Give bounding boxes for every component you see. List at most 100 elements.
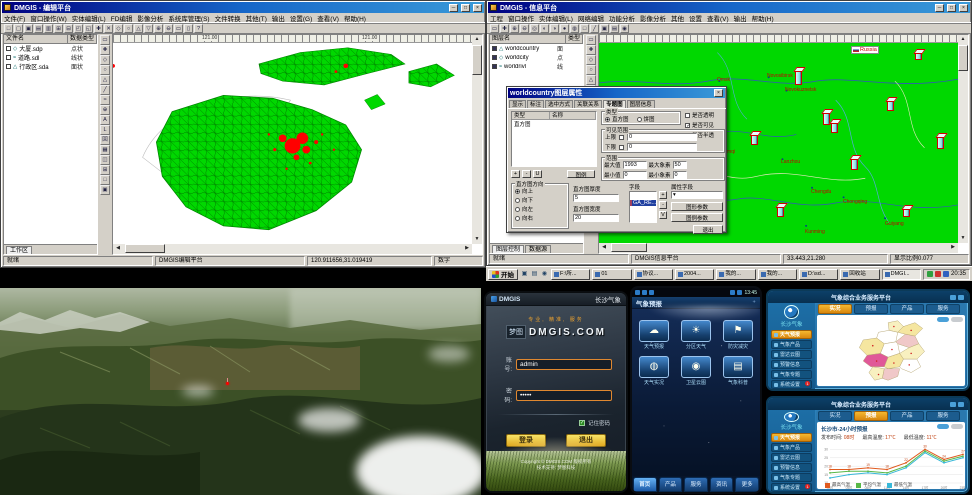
title-bar[interactable]: DMGIS - 编辑平台 ─ □ × xyxy=(2,2,484,13)
menu-item[interactable]: 文件转换 xyxy=(215,13,241,23)
content-tab[interactable]: 产品 xyxy=(890,304,924,314)
radio-pie[interactable]: 饼图 xyxy=(637,115,655,123)
toolbar-button[interactable]: ✚ xyxy=(500,24,509,33)
upper-checkbox[interactable] xyxy=(619,135,624,140)
min-value-input[interactable]: 0 xyxy=(623,171,647,179)
quick-launch-icon[interactable]: ▣ xyxy=(520,270,529,279)
edit-tool-button[interactable]: ◫ xyxy=(100,155,110,165)
scroll-thumb[interactable] xyxy=(958,45,968,71)
maximize-button[interactable]: □ xyxy=(461,4,470,12)
thickness-input[interactable]: 5 xyxy=(573,194,619,202)
vertical-scrollbar[interactable]: ▲ ▼ xyxy=(958,35,968,243)
content-tab[interactable]: 服务 xyxy=(926,411,960,421)
edit-tool-button[interactable]: ▭ xyxy=(100,35,110,45)
layer-checkbox[interactable] xyxy=(6,64,11,69)
toolbar-button[interactable]: ● xyxy=(560,24,569,33)
app-tile-icon[interactable]: ☀ xyxy=(681,320,711,342)
layer-row[interactable]: ≈ worldrivl 线 xyxy=(490,62,583,71)
toolbar-button[interactable]: △ xyxy=(134,24,143,33)
app-shortcut[interactable]: ▤ 气象科普 xyxy=(720,356,756,386)
dialog-tab[interactable]: 显示 xyxy=(509,100,526,108)
vertical-scrollbar[interactable]: ▲ ▼ xyxy=(472,35,482,244)
theme-type-list[interactable]: 类型 名称 直方图 xyxy=(511,111,597,167)
layer-checkbox[interactable] xyxy=(492,46,497,51)
remember-checkbox[interactable]: ✓ xyxy=(579,420,585,426)
scroll-up-arrow[interactable]: ▲ xyxy=(472,35,482,44)
horizontal-scrollbar[interactable]: ◀ ▶ xyxy=(599,243,958,253)
tray-icon[interactable] xyxy=(927,271,933,277)
min-pixel-input[interactable]: 0 xyxy=(673,171,687,179)
menu-item[interactable]: 查看(V) xyxy=(707,13,729,23)
tray-icon[interactable] xyxy=(935,271,941,277)
add-button[interactable]: + xyxy=(511,170,520,178)
toolbar-button[interactable]: ⊖ xyxy=(520,24,529,33)
scroll-thumb[interactable] xyxy=(611,243,647,252)
edit-tool-button[interactable]: ⊕ xyxy=(100,105,110,115)
app-shortcut[interactable]: ☀ 分区天气 xyxy=(678,320,714,350)
task-button[interactable]: D:\sd... xyxy=(799,269,838,280)
dialog-tab[interactable]: 专题图 xyxy=(603,100,626,108)
radio-left[interactable]: 向左 xyxy=(515,205,565,213)
title-bar[interactable]: DMGIS - 信息平台 ─ □ × xyxy=(488,2,970,13)
edit-tool-button[interactable]: ○ xyxy=(586,65,596,75)
scroll-down-arrow[interactable]: ▼ xyxy=(958,234,968,243)
close-button[interactable]: × xyxy=(959,4,968,12)
toolbar-button[interactable]: ◐ xyxy=(540,24,549,33)
tray-icon[interactable] xyxy=(943,271,949,277)
scroll-right-arrow[interactable]: ▶ xyxy=(948,243,958,252)
tab-workspace[interactable]: 工作区 xyxy=(6,246,32,254)
edit-tool-button[interactable]: L xyxy=(100,125,110,135)
menu-item[interactable]: 网络编辑 xyxy=(578,13,604,23)
app-tile-icon[interactable]: ⚑ xyxy=(723,320,753,342)
layer-checkbox[interactable] xyxy=(6,55,11,60)
bottom-tab[interactable]: 首页 xyxy=(633,477,657,492)
theme-row[interactable]: 直方图 xyxy=(512,120,596,128)
toolbar-button[interactable]: ▭ xyxy=(490,24,499,33)
checkbox-visible[interactable]: ✓是否可见 xyxy=(685,121,725,129)
edit-tool-button[interactable]: ▭ xyxy=(586,35,596,45)
toolbar-button[interactable]: □ xyxy=(4,24,13,33)
edit-tool-button[interactable]: ▦ xyxy=(100,145,110,155)
quick-launch-icon[interactable]: ◉ xyxy=(540,270,549,279)
toolbar-button[interactable]: ◱ xyxy=(84,24,93,33)
field-down-button[interactable]: V xyxy=(659,211,667,219)
menu-item[interactable]: 系统库管理(S) xyxy=(168,13,209,23)
max-pixel-input[interactable]: 50 xyxy=(673,161,687,169)
scroll-right-arrow[interactable]: ▶ xyxy=(462,244,472,253)
toolbar-button[interactable]: ◉ xyxy=(620,24,629,33)
menu-item[interactable]: 帮助(H) xyxy=(344,13,366,23)
menu-item[interactable]: 实体编辑(L) xyxy=(539,13,573,23)
layer-row[interactable]: △ 行政区.sda 面状 xyxy=(4,62,97,71)
layer-checkbox[interactable] xyxy=(492,64,497,69)
sidebar-item[interactable]: 预警信息 xyxy=(771,463,812,472)
toolbar-button[interactable]: ▢ xyxy=(14,24,23,33)
field-add-button[interactable]: + xyxy=(659,191,667,199)
app-tile-icon[interactable]: ☁ xyxy=(639,320,669,342)
edit-tool-button[interactable]: ✚ xyxy=(100,45,110,55)
maximize-button[interactable]: □ xyxy=(947,4,956,12)
toolbar-button[interactable]: ▤ xyxy=(34,24,43,33)
scroll-left-arrow[interactable]: ◀ xyxy=(113,244,123,253)
checkbox-transparent[interactable]: 是否透明 xyxy=(685,111,725,119)
edit-tool-button[interactable]: ○ xyxy=(100,65,110,75)
menu-item[interactable]: 实体编辑(L) xyxy=(72,13,106,23)
legend-button[interactable]: 图例 xyxy=(567,170,595,178)
menu-item[interactable]: 输出 xyxy=(272,13,285,23)
toolbar-button[interactable]: ◑ xyxy=(550,24,559,33)
sidebar-item[interactable]: 气象专题 xyxy=(771,473,812,482)
toolbar-button[interactable]: ▯ xyxy=(184,24,193,33)
menu-item[interactable]: 设置(G) xyxy=(290,13,312,23)
dialog-tab[interactable]: 图层信息 xyxy=(627,100,655,108)
app-shortcut[interactable]: ⚑ 防灾减灾 xyxy=(720,320,756,350)
toolbar-button[interactable]: ◍ xyxy=(570,24,579,33)
toolbar-button[interactable]: ⊕ xyxy=(510,24,519,33)
sidebar-item[interactable]: 系统设置1 xyxy=(771,380,812,389)
account-input[interactable] xyxy=(516,359,612,370)
sidebar-item[interactable]: 预警信息 xyxy=(771,360,812,369)
app-shortcut[interactable]: ☁ 天气预报 xyxy=(636,320,672,350)
edit-tool-button[interactable]: △ xyxy=(100,75,110,85)
radio-right[interactable]: 向右 xyxy=(515,214,565,222)
layer-row[interactable]: ≈ 道路.sdl 线状 xyxy=(4,53,97,62)
remove-button[interactable]: - xyxy=(522,170,531,178)
toolbar-button[interactable]: ▭ xyxy=(174,24,183,33)
